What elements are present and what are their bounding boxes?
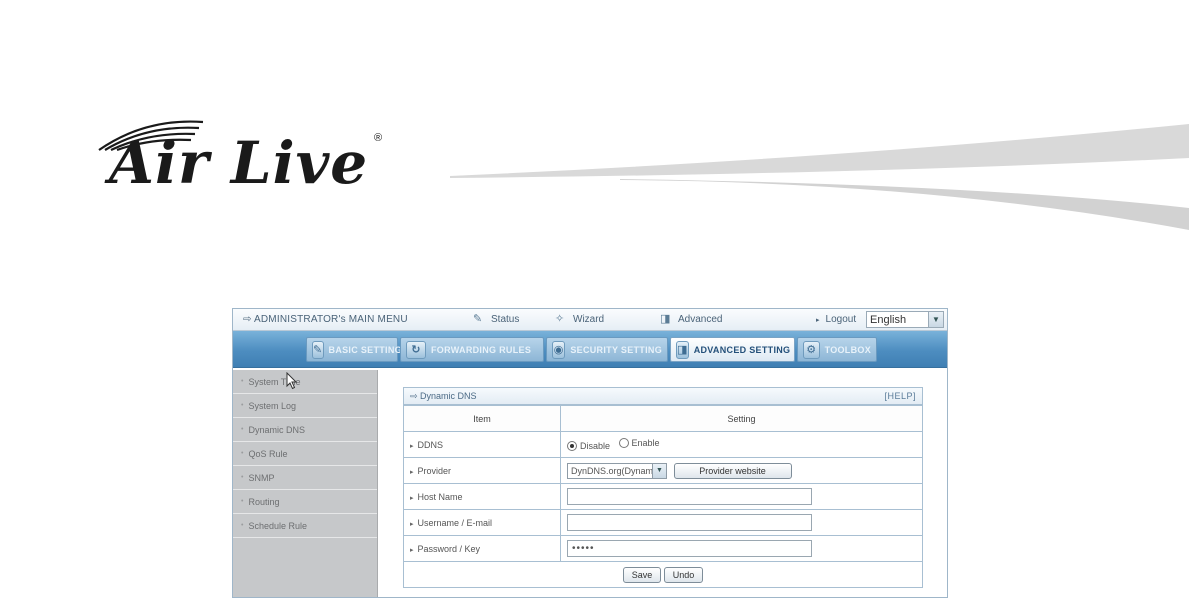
- username-input[interactable]: [567, 514, 812, 531]
- dynamic-dns-panel: ⇨ Dynamic DNS [HELP] Item Setting ▸ DDNS …: [403, 387, 923, 588]
- bullet-icon: •: [241, 426, 244, 433]
- sidebar-item-routing[interactable]: • Routing: [233, 490, 377, 514]
- ddns-setting: Disable Enable: [560, 431, 923, 458]
- table-header-row: Item Setting: [403, 405, 923, 432]
- row-arrow-icon: ▸: [410, 520, 414, 528]
- sidebar-item-qos-rule[interactable]: • QoS Rule: [233, 442, 377, 466]
- column-header-item: Item: [403, 405, 561, 432]
- ddns-enable-radio[interactable]: Enable: [618, 438, 660, 448]
- logo-wordmark: Air Live: [109, 129, 369, 197]
- table-row: ▸ Provider DynDNS.org(Dynamic) ▼ Provider…: [403, 457, 923, 484]
- security-icon: ◉: [552, 340, 566, 359]
- sidebar: • System Time • System Log • Dynamic DNS…: [233, 370, 378, 597]
- ddns-settings-table: Item Setting ▸ DDNS Disable Enable ▸ Pro…: [403, 405, 923, 588]
- provider-select[interactable]: DynDNS.org(Dynamic) ▼: [567, 462, 667, 479]
- router-admin-window: ⇨ ADMINISTRATOR's MAIN MENU ✎ Status ✧ W…: [232, 308, 948, 598]
- radio-unselected-icon: [618, 438, 629, 448]
- airlive-logo: Air Live ®: [85, 112, 385, 202]
- table-row: ▸ Host Name: [403, 483, 923, 510]
- main-nav-bar: ✎ BASIC SETTING ↻ FORWARDING RULES ◉ SEC…: [233, 331, 947, 368]
- tab-forwarding-rules[interactable]: ↻ FORWARDING RULES: [400, 337, 544, 362]
- ddns-disable-radio[interactable]: Disable: [567, 441, 610, 451]
- hostname-setting: [560, 483, 923, 510]
- chevron-down-icon: ▼: [928, 312, 943, 327]
- actions-cell: Save Undo: [403, 561, 923, 588]
- provider-label: ▸ Provider: [403, 457, 561, 484]
- table-row: ▸ Password / Key •••••: [403, 535, 923, 562]
- row-arrow-icon: ▸: [410, 468, 414, 476]
- radio-selected-icon: [567, 441, 577, 451]
- bullet-icon: •: [241, 498, 244, 505]
- top-menu-bar: ⇨ ADMINISTRATOR's MAIN MENU ✎ Status ✧ W…: [233, 309, 947, 331]
- provider-setting: DynDNS.org(Dynamic) ▼ Provider website: [560, 457, 923, 484]
- mouse-cursor-icon: [286, 372, 298, 390]
- sidebar-item-dynamic-dns[interactable]: • Dynamic DNS: [233, 418, 377, 442]
- ddns-label: ▸ DDNS: [403, 431, 561, 458]
- row-arrow-icon: ▸: [410, 442, 414, 450]
- help-link[interactable]: [HELP]: [884, 391, 916, 401]
- table-row: ▸ Username / E-mail: [403, 509, 923, 536]
- logout-arrow-icon: ▸: [816, 316, 820, 324]
- password-label: ▸ Password / Key: [403, 535, 561, 562]
- menu-arrow-icon: ⇨: [243, 314, 255, 325]
- tab-security-setting[interactable]: ◉ SECURITY SETTING: [546, 337, 668, 362]
- panel-header: ⇨ Dynamic DNS [HELP]: [403, 387, 923, 405]
- sidebar-item-system-log[interactable]: • System Log: [233, 394, 377, 418]
- hostname-label: ▸ Host Name: [403, 483, 561, 510]
- language-select[interactable]: English ▼: [866, 311, 944, 328]
- bullet-icon: •: [241, 402, 244, 409]
- registered-mark: ®: [374, 132, 383, 144]
- tab-advanced-setting[interactable]: ◨ ADVANCED SETTING: [670, 337, 795, 362]
- username-setting: [560, 509, 923, 536]
- bullet-icon: •: [241, 474, 244, 481]
- password-setting: •••••: [560, 535, 923, 562]
- table-row: ▸ DDNS Disable Enable: [403, 431, 923, 458]
- password-input[interactable]: •••••: [567, 540, 812, 557]
- toolbox-icon: ⚙: [803, 340, 820, 359]
- wizard-icon: ✧: [555, 313, 565, 325]
- row-arrow-icon: ▸: [410, 546, 414, 554]
- advanced-setting-icon: ◨: [676, 340, 689, 359]
- provider-website-button[interactable]: Provider website: [673, 462, 792, 479]
- advanced-link[interactable]: ◨ Advanced: [660, 313, 722, 326]
- bullet-icon: •: [241, 378, 244, 385]
- tab-toolbox[interactable]: ⚙ TOOLBOX: [797, 337, 877, 362]
- logout-link[interactable]: ▸ Logout: [816, 314, 856, 325]
- status-icon: ✎: [473, 313, 483, 325]
- hostname-input[interactable]: [567, 488, 812, 505]
- status-link[interactable]: ✎ Status: [473, 313, 519, 326]
- sidebar-item-schedule-rule[interactable]: • Schedule Rule: [233, 514, 377, 538]
- bullet-icon: •: [241, 450, 244, 457]
- wizard-link[interactable]: ✧ Wizard: [555, 313, 604, 326]
- advanced-icon: ◨: [660, 313, 671, 325]
- sidebar-item-system-time[interactable]: • System Time: [233, 370, 377, 394]
- username-label: ▸ Username / E-mail: [403, 509, 561, 536]
- panel-arrow-icon: ⇨: [410, 390, 421, 401]
- tab-basic-setting[interactable]: ✎ BASIC SETTING: [306, 337, 402, 362]
- forwarding-icon: ↻: [406, 340, 426, 359]
- chevron-down-icon: ▼: [652, 463, 666, 478]
- bullet-icon: •: [241, 522, 244, 529]
- column-header-setting: Setting: [560, 405, 923, 432]
- sidebar-item-snmp[interactable]: • SNMP: [233, 466, 377, 490]
- row-arrow-icon: ▸: [410, 494, 414, 502]
- main-menu-title[interactable]: ⇨ ADMINISTRATOR's MAIN MENU: [243, 314, 408, 325]
- save-button[interactable]: Save: [622, 566, 662, 583]
- undo-button[interactable]: Undo: [663, 566, 704, 583]
- panel-title: ⇨ Dynamic DNS: [410, 390, 477, 401]
- basic-setting-icon: ✎: [312, 340, 324, 359]
- decorative-swoosh: [450, 124, 1189, 230]
- actions-row: Save Undo: [403, 561, 923, 588]
